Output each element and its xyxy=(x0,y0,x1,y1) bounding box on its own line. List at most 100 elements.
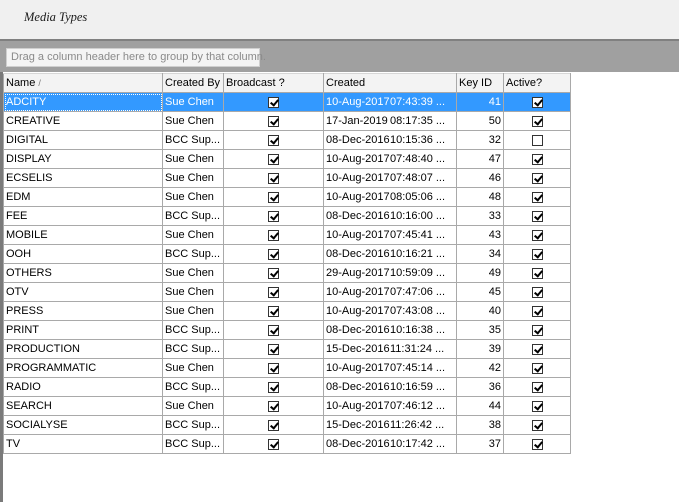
cell-created-by[interactable]: BCC Sup... xyxy=(162,434,224,454)
cell-created[interactable]: 15-Dec-2016 11:31:24 ... xyxy=(323,339,457,359)
table-row[interactable]: SOCIALYSE BCC Sup... 15-Dec-2016 11:26:42 .… xyxy=(3,415,571,435)
cell-key-id[interactable]: 46 xyxy=(456,168,504,188)
cell-active[interactable] xyxy=(503,282,571,302)
cell-created[interactable]: 08-Dec-2016 10:16:38 ... xyxy=(323,320,457,340)
cell-created-by[interactable]: Sue Chen xyxy=(162,263,224,283)
cell-created[interactable]: 17-Jan-2019 08:17:35 ... xyxy=(323,111,457,131)
cell-created[interactable]: 08-Dec-2016 10:15:36 ... xyxy=(323,130,457,150)
cell-broadcast[interactable] xyxy=(223,206,324,226)
cell-created[interactable]: 10-Aug-2017 07:48:40 ... xyxy=(323,149,457,169)
cell-key-id[interactable]: 49 xyxy=(456,263,504,283)
cell-broadcast[interactable] xyxy=(223,244,324,264)
active-checkbox[interactable] xyxy=(531,115,543,127)
cell-active[interactable] xyxy=(503,130,571,150)
cell-created-by[interactable]: BCC Sup... xyxy=(162,415,224,435)
cell-name[interactable]: PROGRAMMATIC xyxy=(3,358,163,378)
cell-created[interactable]: 10-Aug-2017 07:43:08 ... xyxy=(323,301,457,321)
cell-active[interactable] xyxy=(503,377,571,397)
cell-created[interactable]: 10-Aug-2017 07:45:41 ... xyxy=(323,225,457,245)
cell-created-by[interactable]: BCC Sup... xyxy=(162,320,224,340)
cell-created-by[interactable]: Sue Chen xyxy=(162,149,224,169)
cell-key-id[interactable]: 50 xyxy=(456,111,504,131)
cell-broadcast[interactable] xyxy=(223,282,324,302)
cell-active[interactable] xyxy=(503,168,571,188)
cell-key-id[interactable]: 44 xyxy=(456,396,504,416)
cell-broadcast[interactable] xyxy=(223,396,324,416)
cell-created[interactable]: 10-Aug-2017 07:43:39 ... xyxy=(323,92,457,112)
cell-broadcast[interactable] xyxy=(223,187,324,207)
cell-created-by[interactable]: BCC Sup... xyxy=(162,130,224,150)
column-header-created[interactable]: Created xyxy=(323,73,457,93)
cell-name[interactable]: MOBILE xyxy=(3,225,163,245)
table-row[interactable]: OTV Sue Chen 10-Aug-2017 07:47:06 ... 45 xyxy=(3,282,571,302)
active-checkbox[interactable] xyxy=(531,381,543,393)
cell-name[interactable]: RADIO xyxy=(3,377,163,397)
cell-active[interactable] xyxy=(503,434,571,454)
cell-broadcast[interactable] xyxy=(223,92,324,112)
active-checkbox[interactable] xyxy=(531,419,543,431)
cell-name[interactable]: PRESS xyxy=(3,301,163,321)
active-checkbox[interactable] xyxy=(531,267,543,279)
cell-created[interactable]: 29-Aug-2017 10:59:09 ... xyxy=(323,263,457,283)
cell-name[interactable]: DIGITAL xyxy=(3,130,163,150)
active-checkbox[interactable] xyxy=(531,343,543,355)
active-checkbox[interactable] xyxy=(531,191,543,203)
table-row[interactable]: EDM Sue Chen 10-Aug-2017 08:05:06 ... 48 xyxy=(3,187,571,207)
cell-created-by[interactable]: Sue Chen xyxy=(162,225,224,245)
cell-created-by[interactable]: Sue Chen xyxy=(162,301,224,321)
cell-key-id[interactable]: 32 xyxy=(456,130,504,150)
cell-created[interactable]: 10-Aug-2017 08:05:06 ... xyxy=(323,187,457,207)
table-row[interactable]: PRINT BCC Sup... 08-Dec-2016 10:16:38 ... 35 xyxy=(3,320,571,340)
cell-key-id[interactable]: 45 xyxy=(456,282,504,302)
broadcast-checkbox[interactable] xyxy=(268,115,279,127)
cell-created[interactable]: 10-Aug-2017 07:48:07 ... xyxy=(323,168,457,188)
cell-active[interactable] xyxy=(503,187,571,207)
column-header-created-by[interactable]: Created By xyxy=(162,73,224,93)
table-row[interactable]: ADCITY Sue Chen 10-Aug-2017 07:43:39 ... 41 xyxy=(3,92,571,112)
cell-created-by[interactable]: Sue Chen xyxy=(162,282,224,302)
table-row[interactable]: DIGITAL BCC Sup... 08-Dec-2016 10:15:36 ...… xyxy=(3,130,571,150)
cell-key-id[interactable]: 36 xyxy=(456,377,504,397)
cell-key-id[interactable]: 40 xyxy=(456,301,504,321)
cell-name[interactable]: DISPLAY xyxy=(3,149,163,169)
table-row[interactable]: OOH BCC Sup... 08-Dec-2016 10:16:21 ... 34 xyxy=(3,244,571,264)
table-row[interactable]: PRESS Sue Chen 10-Aug-2017 07:43:08 ... 40 xyxy=(3,301,571,321)
column-header-name[interactable]: Name / xyxy=(3,73,163,93)
cell-name[interactable]: PRODUCTION xyxy=(3,339,163,359)
cell-name[interactable]: CREATIVE xyxy=(3,111,163,131)
table-row[interactable]: TV BCC Sup... 08-Dec-2016 10:17:42 ... 37 xyxy=(3,434,571,454)
cell-name[interactable]: OOH xyxy=(3,244,163,264)
active-checkbox[interactable] xyxy=(531,210,543,222)
cell-broadcast[interactable] xyxy=(223,415,324,435)
cell-key-id[interactable]: 47 xyxy=(456,149,504,169)
table-row[interactable]: CREATIVE Sue Chen 17-Jan-2019 08:17:35 ... 5… xyxy=(3,111,571,131)
cell-active[interactable] xyxy=(503,320,571,340)
cell-created-by[interactable]: Sue Chen xyxy=(162,187,224,207)
cell-name[interactable]: SOCIALYSE xyxy=(3,415,163,435)
table-row[interactable]: DISPLAY Sue Chen 10-Aug-2017 07:48:40 ... 47 xyxy=(3,149,571,169)
cell-created-by[interactable]: BCC Sup... xyxy=(162,244,224,264)
cell-broadcast[interactable] xyxy=(223,339,324,359)
broadcast-checkbox[interactable] xyxy=(268,362,279,374)
cell-key-id[interactable]: 41 xyxy=(456,92,504,112)
cell-key-id[interactable]: 38 xyxy=(456,415,504,435)
cell-active[interactable] xyxy=(503,339,571,359)
cell-created-by[interactable]: BCC Sup... xyxy=(162,377,224,397)
cell-created-by[interactable]: BCC Sup... xyxy=(162,206,224,226)
cell-key-id[interactable]: 37 xyxy=(456,434,504,454)
cell-active[interactable] xyxy=(503,149,571,169)
column-header-broadcast[interactable]: Broadcast ? xyxy=(223,73,324,93)
broadcast-checkbox[interactable] xyxy=(268,324,279,336)
cell-key-id[interactable]: 43 xyxy=(456,225,504,245)
active-checkbox[interactable] xyxy=(531,248,543,260)
cell-broadcast[interactable] xyxy=(223,149,324,169)
cell-key-id[interactable]: 42 xyxy=(456,358,504,378)
broadcast-checkbox[interactable] xyxy=(268,229,279,241)
broadcast-checkbox[interactable] xyxy=(268,267,279,279)
table-row[interactable]: OTHERS Sue Chen 29-Aug-2017 10:59:09 ... 49 xyxy=(3,263,571,283)
broadcast-checkbox[interactable] xyxy=(268,172,279,184)
cell-broadcast[interactable] xyxy=(223,320,324,340)
broadcast-checkbox[interactable] xyxy=(268,286,279,298)
table-row[interactable]: PROGRAMMATIC Sue Chen 10-Aug-2017 07:45:14 … xyxy=(3,358,571,378)
broadcast-checkbox[interactable] xyxy=(268,400,279,412)
